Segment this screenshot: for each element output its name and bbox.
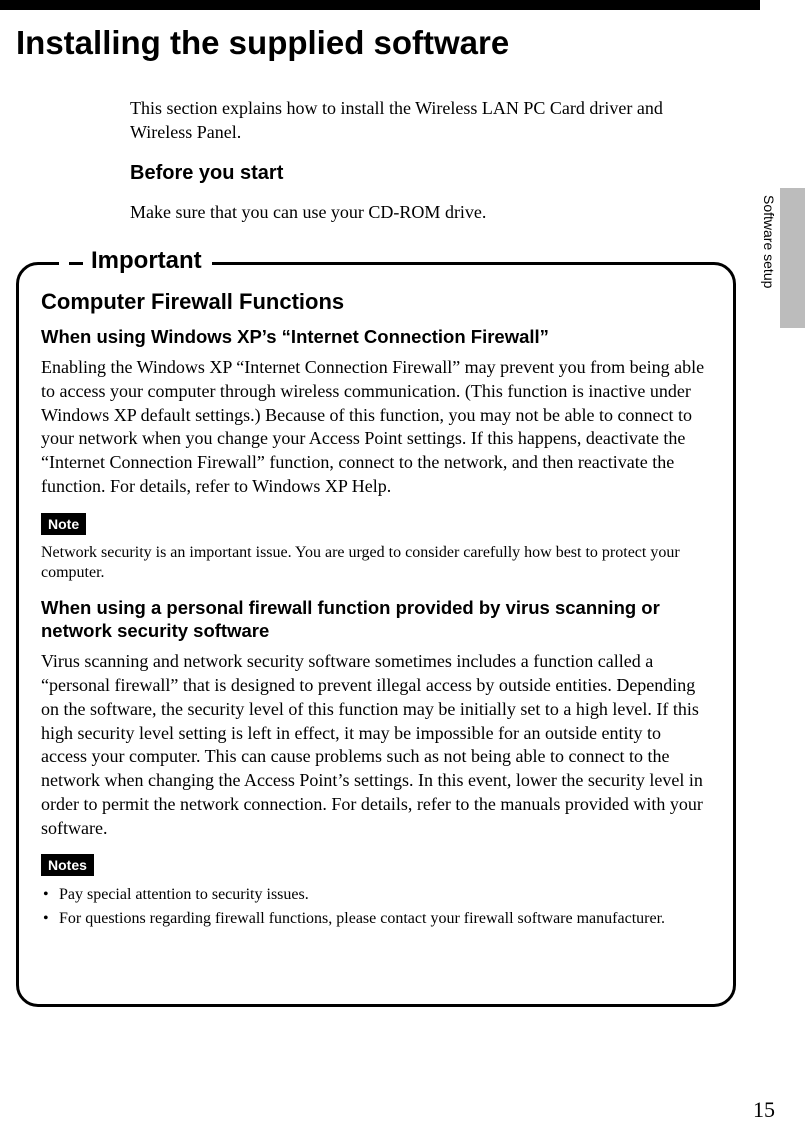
windows-xp-firewall-heading: When using Windows XP’s “Internet Connec… (41, 325, 711, 348)
section-tab (780, 188, 805, 328)
firewall-functions-heading: Computer Firewall Functions (41, 289, 711, 315)
personal-firewall-paragraph: Virus scanning and network security soft… (41, 650, 711, 840)
important-label: Important (91, 247, 202, 275)
section-tab-label: Software setup (761, 195, 777, 288)
page-number: 15 (753, 1097, 775, 1123)
intro-paragraph: This section explains how to install the… (130, 96, 720, 145)
windows-xp-firewall-paragraph: Enabling the Windows XP “Internet Connec… (41, 356, 711, 499)
page-title: Installing the supplied software (16, 24, 756, 62)
important-box: Important Computer Firewall Functions Wh… (16, 262, 736, 1007)
notes-list: Pay special attention to security issues… (41, 884, 711, 929)
notes-item: Pay special attention to security issues… (41, 884, 711, 906)
before-you-start-heading: Before you start (130, 162, 720, 185)
personal-firewall-heading: When using a personal firewall function … (41, 596, 711, 642)
notes-badge: Notes (41, 854, 94, 876)
note-badge: Note (41, 513, 86, 535)
before-you-start-text: Make sure that you can use your CD-ROM d… (130, 200, 720, 224)
important-leader-rule (69, 262, 83, 265)
important-label-wrap: Important (59, 247, 212, 275)
page: Installing the supplied software This se… (0, 0, 805, 1141)
header-rule (0, 0, 760, 10)
notes-item: For questions regarding firewall functio… (41, 908, 711, 930)
note-text: Network security is an important issue. … (41, 543, 711, 585)
